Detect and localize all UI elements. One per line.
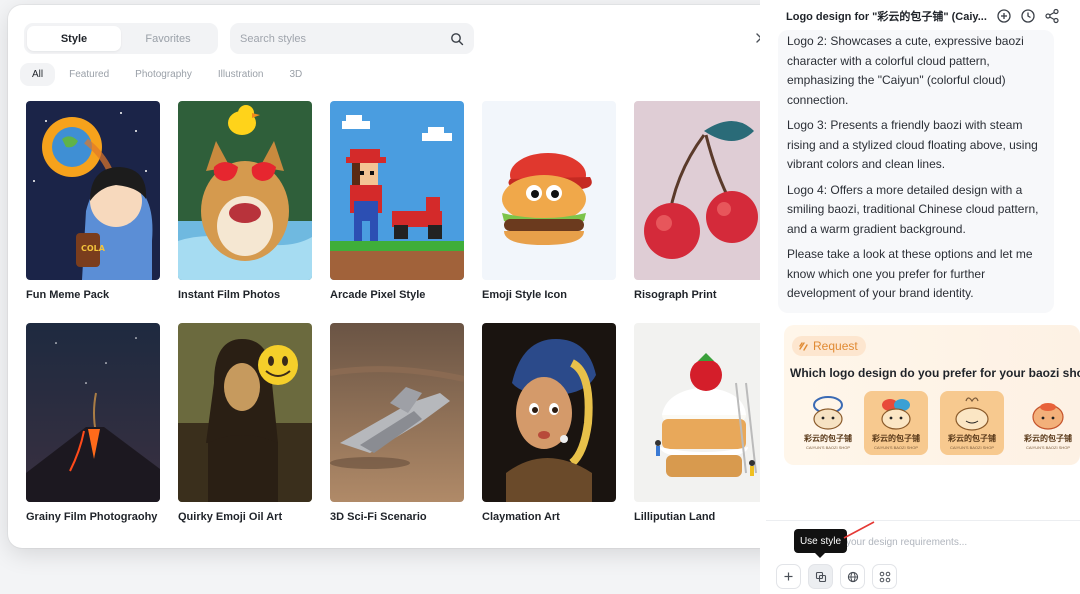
logo-option-name: 彩云的包子铺 — [872, 434, 920, 443]
style-card-quirky-emoji-oil-art[interactable]: Quirky Emoji Oil Art — [178, 323, 312, 523]
use-style-button[interactable] — [808, 564, 833, 589]
style-card-risograph-print[interactable]: Risograph Print — [634, 101, 768, 301]
style-card-label: Quirky Emoji Oil Art — [178, 511, 283, 523]
request-icon — [799, 341, 808, 351]
arcade-pixel-style-thumbnail — [330, 101, 464, 280]
style-card-label: 3D Sci-Fi Scenario — [330, 511, 427, 523]
share-icon[interactable] — [1044, 8, 1060, 24]
search-icon[interactable] — [450, 32, 464, 46]
add-icon[interactable] — [996, 8, 1012, 24]
style-card-label: Arcade Pixel Style — [330, 289, 426, 301]
style-card-label: Claymation Art — [482, 511, 560, 523]
logo-option-4[interactable]: 彩云的包子铺 CAIYUN'S BAOZI SHOP — [1016, 391, 1080, 455]
style-card-grainy-film-photography[interactable]: Grainy Film Photograohy — [26, 323, 160, 523]
tooltip-arrow — [815, 553, 825, 558]
tab-favorites[interactable]: Favorites — [121, 26, 215, 51]
add-attachment-button[interactable] — [776, 564, 801, 589]
claymation-art-thumbnail — [482, 323, 616, 502]
lilliputian-land-thumbnail — [634, 323, 768, 502]
request-badge: Request — [792, 336, 866, 356]
globe-icon — [847, 571, 858, 582]
style-card-emoji-style-icon[interactable]: Emoji Style Icon — [482, 101, 616, 301]
style-card-fun-meme-pack[interactable]: COLA Fun Meme Pack — [26, 101, 160, 301]
request-card: Request Which logo design do you prefer … — [784, 325, 1080, 465]
use-style-tooltip: Use style — [794, 529, 847, 553]
baozi-logo-image — [955, 397, 989, 431]
style-card-label: Emoji Style Icon — [482, 289, 567, 301]
filter-photography[interactable]: Photography — [123, 63, 204, 86]
style-card-label: Lilliputian Land — [634, 511, 716, 523]
logo-option-subtitle: CAIYUN'S BAOZI SHOP — [949, 445, 995, 450]
conversation-title: Logo design for "彩云的包子铺" (Caiy... — [786, 11, 987, 23]
plus-icon — [784, 572, 793, 581]
style-card-label: Grainy Film Photograohy — [26, 511, 158, 523]
grainy-film-photography-thumbnail — [26, 323, 160, 502]
style-card-claymation-art[interactable]: Claymation Art — [482, 323, 616, 523]
style-card-arcade-pixel-style[interactable]: Arcade Pixel Style — [330, 101, 464, 301]
message-paragraph: Logo 3: Presents a friendly baozi with s… — [787, 118, 1038, 171]
style-card-label: Risograph Print — [634, 289, 717, 301]
svg-text:COLA: COLA — [81, 244, 106, 253]
style-category-filters: All Featured Photography Illustration 3D — [20, 63, 316, 86]
fun-meme-pack-thumbnail: COLA — [26, 101, 160, 280]
tab-style[interactable]: Style — [27, 26, 121, 51]
logo-option-1[interactable]: 彩云的包子铺 CAIYUN'S BAOZI SHOP — [796, 391, 860, 455]
risograph-print-thumbnail — [634, 101, 768, 280]
filter-featured[interactable]: Featured — [57, 63, 121, 86]
web-search-button[interactable] — [840, 564, 865, 589]
annotation-arrow-icon — [843, 521, 875, 539]
3d-sci-fi-scenario-thumbnail — [330, 323, 464, 502]
style-search-input[interactable] — [240, 32, 450, 45]
style-card-instant-film-photos[interactable]: Instant Film Photos — [178, 101, 312, 301]
baozi-logo-image — [881, 399, 911, 430]
filter-illustration[interactable]: Illustration — [206, 63, 276, 86]
history-icon[interactable] — [1020, 8, 1036, 24]
quirky-emoji-oil-art-thumbnail — [178, 323, 312, 502]
filter-all[interactable]: All — [20, 63, 56, 86]
logo-option-3[interactable]: 彩云的包子铺 CAIYUN'S BAOZI SHOP — [940, 391, 1004, 455]
baozi-logo-image — [813, 396, 843, 430]
logo-option-subtitle: CAIYUN'S BAOZI SHOP — [805, 445, 851, 450]
style-tabs: Style Favorites — [24, 23, 218, 54]
style-card-3d-sci-fi-scenario[interactable]: 3D Sci-Fi Scenario — [330, 323, 464, 523]
emoji-style-icon-thumbnail — [482, 101, 616, 280]
message-paragraph: Logo 4: Offers a more detailed design wi… — [787, 182, 1039, 236]
request-question: Which logo design do you prefer for your… — [790, 366, 1080, 380]
logo-option-subtitle: CAIYUN'S BAOZI SHOP — [873, 445, 919, 450]
style-card-lilliputian-land[interactable]: Lilliputian Land — [634, 323, 768, 523]
logo-option-name: 彩云的包子铺 — [948, 434, 996, 443]
logo-option-name: 彩云的包子铺 — [1024, 434, 1072, 443]
assistant-message: Logo 2: Showcases a cute, expressive bao… — [787, 32, 1049, 310]
message-paragraph: Logo 2: Showcases a cute, expressive bao… — [787, 34, 1024, 107]
message-paragraph: Please take a look at these options and … — [787, 247, 1033, 300]
logo-option-name: 彩云的包子铺 — [804, 434, 852, 443]
style-icon — [815, 571, 826, 582]
logo-option-subtitle: CAIYUN'S BAOZI SHOP — [1025, 445, 1071, 450]
instant-film-photos-thumbnail — [178, 101, 312, 280]
style-search-box — [230, 23, 474, 54]
apps-button[interactable] — [872, 564, 897, 589]
chat-panel: Logo design for "彩云的包子铺" (Caiy... Logo 2… — [760, 0, 1080, 594]
header-actions — [996, 8, 1060, 24]
style-card-label: Fun Meme Pack — [26, 289, 110, 301]
filter-3d[interactable]: 3D — [277, 63, 314, 86]
style-card-label: Instant Film Photos — [178, 289, 281, 301]
grid-icon — [879, 571, 890, 582]
logo-option-2[interactable]: 彩云的包子铺 CAIYUN'S BAOZI SHOP — [864, 391, 928, 455]
baozi-logo-image — [1032, 403, 1064, 430]
request-badge-label: Request — [813, 339, 858, 353]
style-picker-modal: Style Favorites All Featured Photography… — [8, 5, 786, 548]
